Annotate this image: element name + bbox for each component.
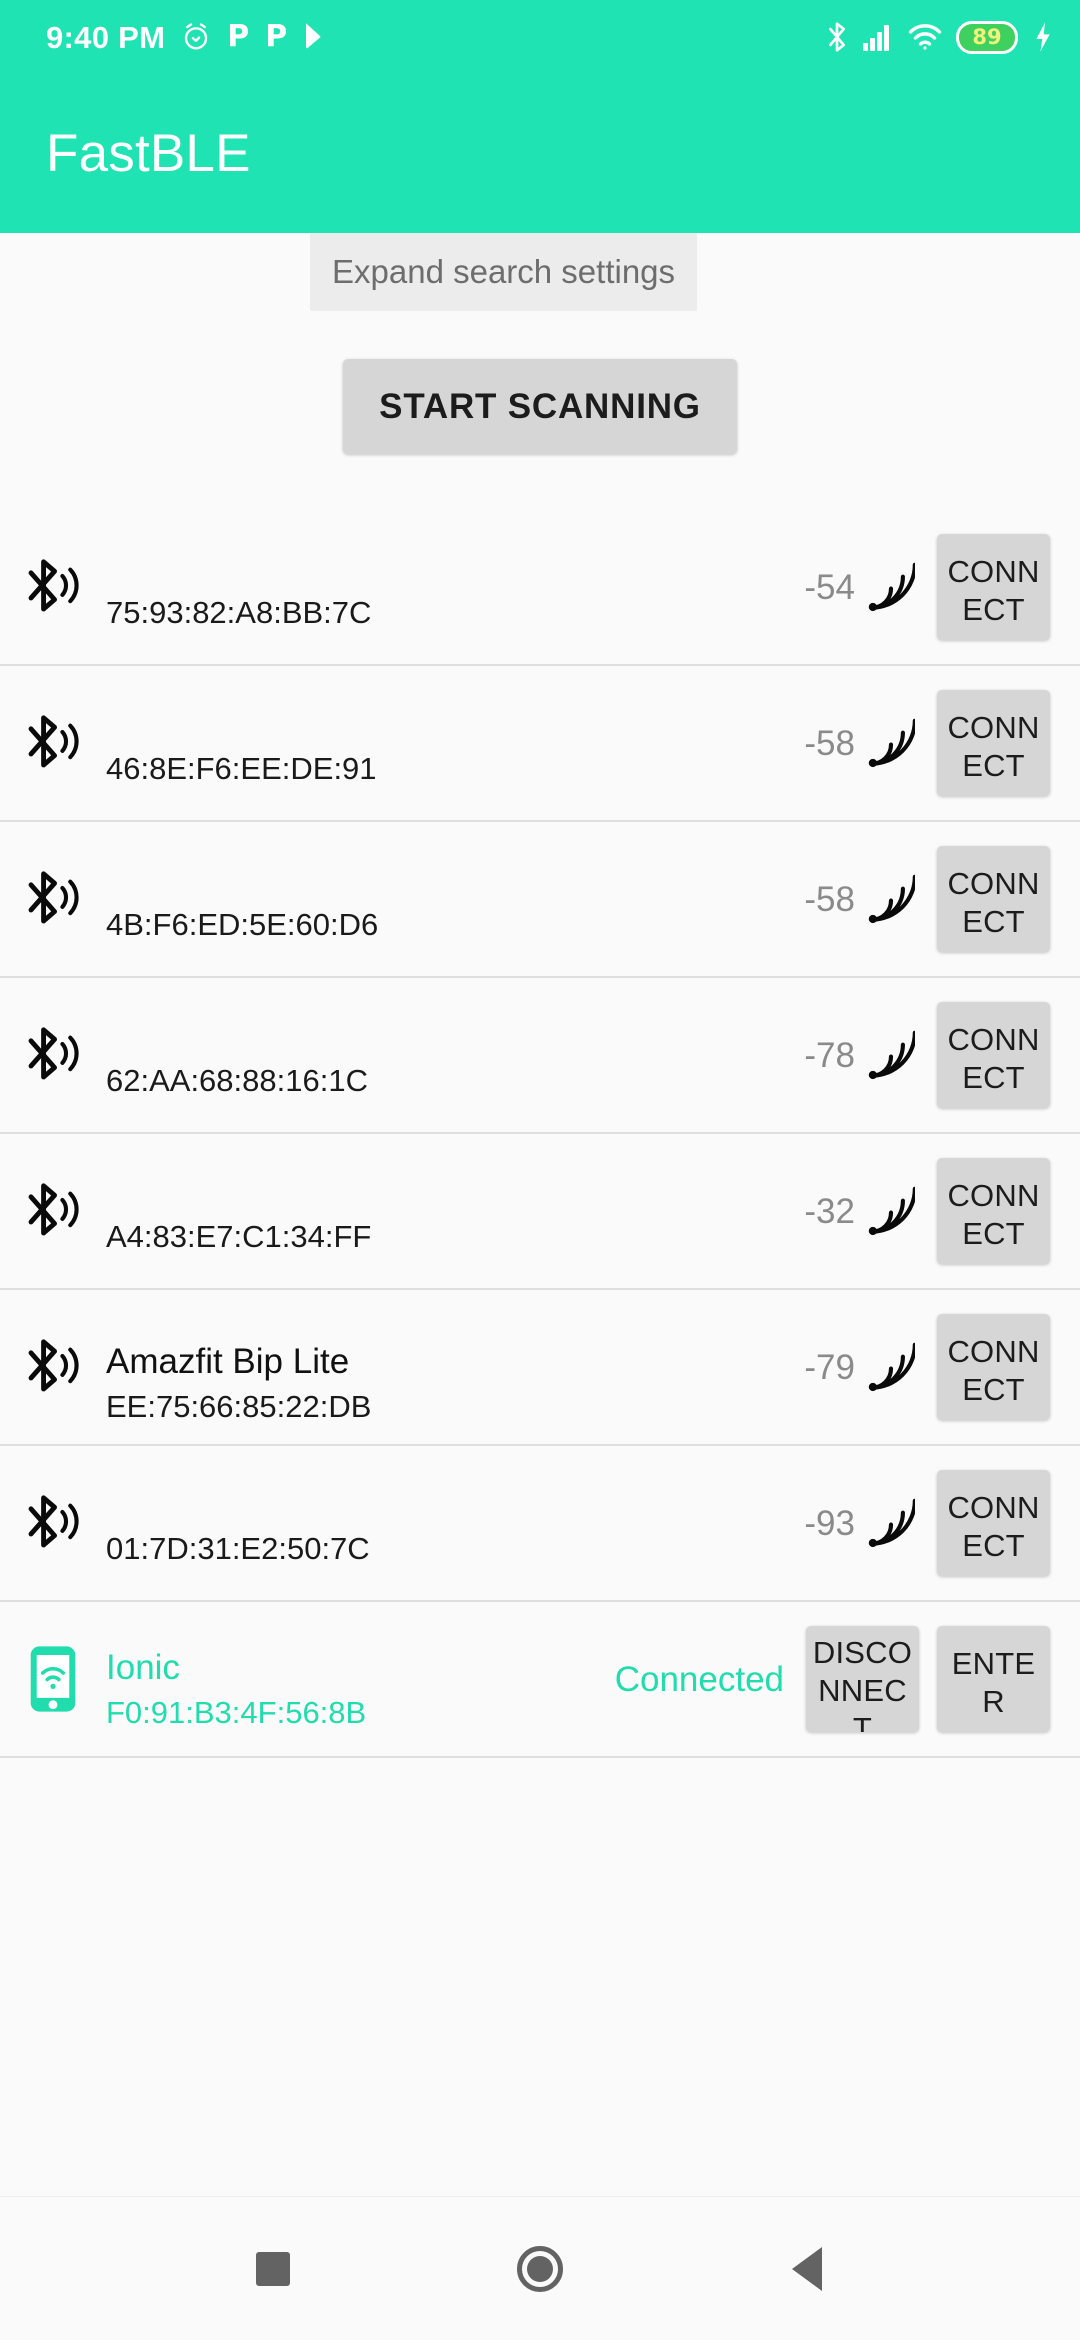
signal-waves-icon bbox=[867, 1340, 915, 1394]
device-info: 01:7D:31:E2:50:7C bbox=[92, 1446, 804, 1600]
signal-waves-icon bbox=[867, 716, 915, 770]
device-row[interactable]: Amazfit Bip Lite EE:75:66:85:22:DB -79 CONN… bbox=[0, 1290, 1080, 1446]
connect-button[interactable]: CONNECT bbox=[937, 846, 1050, 952]
device-info: A4:83:E7:C1:34:FF bbox=[92, 1134, 804, 1288]
rssi-value: -78 bbox=[804, 1035, 855, 1075]
bluetooth-signal-icon bbox=[14, 866, 92, 932]
device-row[interactable]: 01:7D:31:E2:50:7C -93 CONNECT bbox=[0, 1446, 1080, 1602]
expand-search-settings-button[interactable]: Expand search settings bbox=[310, 233, 698, 311]
connect-button[interactable]: CONNECT bbox=[937, 534, 1050, 640]
device-info: 4B:F6:ED:5E:60:D6 bbox=[92, 822, 804, 976]
phone-wifi-icon bbox=[14, 1643, 92, 1715]
rssi-value: -93 bbox=[804, 1503, 855, 1543]
device-row[interactable]: 75:93:82:A8:BB:7C -54 CONNECT bbox=[0, 510, 1080, 666]
device-mac-address: F0:91:B3:4F:56:8B bbox=[106, 1695, 367, 1731]
device-row[interactable]: 62:AA:68:88:16:1C -78 CONNECT bbox=[0, 978, 1080, 1134]
signal-waves-icon bbox=[867, 1496, 915, 1550]
signal-strength: -79 bbox=[804, 1340, 915, 1394]
device-mac-address: 4B:F6:ED:5E:60:D6 bbox=[106, 906, 379, 942]
bluetooth-signal-icon bbox=[14, 1334, 92, 1400]
android-navigation-bar bbox=[0, 2196, 1080, 2340]
p-badge-icon: P bbox=[227, 19, 250, 54]
p-badge-icon: P bbox=[265, 19, 288, 54]
triangle-left-icon bbox=[791, 2246, 822, 2291]
device-row[interactable]: A4:83:E7:C1:34:FF -32 CONNECT bbox=[0, 1134, 1080, 1290]
recents-button[interactable] bbox=[218, 2214, 328, 2324]
signal-strength: -54 bbox=[804, 560, 915, 614]
signal-waves-icon bbox=[867, 1028, 915, 1082]
device-info: 62:AA:68:88:16:1C bbox=[92, 978, 804, 1132]
device-mac-address: EE:75:66:85:22:DB bbox=[106, 1389, 372, 1425]
signal-strength: -58 bbox=[804, 716, 915, 770]
bluetooth-signal-icon bbox=[14, 554, 92, 620]
signal-strength: -32 bbox=[804, 1184, 915, 1238]
status-clock: 9:40 PM bbox=[46, 19, 166, 55]
rssi-value: -32 bbox=[804, 1191, 855, 1231]
device-info: Amazfit Bip Lite EE:75:66:85:22:DB bbox=[92, 1290, 804, 1444]
charging-bolt-icon bbox=[1032, 21, 1054, 53]
scan-button-row: START SCANNING bbox=[0, 311, 1080, 510]
app-bar: FastBLE bbox=[0, 74, 1080, 233]
device-list: 75:93:82:A8:BB:7C -54 CONNECT 46:8E:F6:EE:D… bbox=[0, 510, 1080, 1758]
device-mac-address: 75:93:82:A8:BB:7C bbox=[106, 594, 372, 630]
signal-waves-icon bbox=[867, 1184, 915, 1238]
status-bar-right: 89 bbox=[826, 20, 1054, 54]
connect-button[interactable]: CONNECT bbox=[937, 690, 1050, 796]
status-bar: 9:40 PM P P 89 bbox=[0, 0, 1080, 74]
bluetooth-signal-icon bbox=[14, 1022, 92, 1088]
page-title: FastBLE bbox=[46, 124, 251, 183]
device-info: 46:8E:F6:EE:DE:91 bbox=[92, 666, 804, 820]
rssi-value: -58 bbox=[804, 879, 855, 919]
signal-waves-icon bbox=[867, 872, 915, 926]
device-info: Ionic F0:91:B3:4F:56:8B bbox=[92, 1602, 615, 1756]
start-scanning-button[interactable]: START SCANNING bbox=[343, 359, 737, 454]
device-mac-address: 01:7D:31:E2:50:7C bbox=[106, 1530, 370, 1566]
connect-button[interactable]: CONNECT bbox=[937, 1158, 1050, 1264]
signal-waves-icon bbox=[867, 560, 915, 614]
bluetooth-icon bbox=[826, 21, 848, 53]
status-bar-left: 9:40 PM P P bbox=[46, 22, 329, 53]
square-icon bbox=[256, 2251, 291, 2286]
connect-button[interactable]: CONNECT bbox=[937, 1470, 1050, 1576]
connect-button[interactable]: CONNECT bbox=[937, 1002, 1050, 1108]
signal-strength: -93 bbox=[804, 1496, 915, 1550]
list-empty-space bbox=[0, 1758, 1080, 2196]
enter-button[interactable]: ENTER bbox=[937, 1626, 1050, 1732]
device-name: Ionic bbox=[106, 1648, 180, 1688]
back-button[interactable] bbox=[752, 2214, 862, 2324]
device-mac-address: 46:8E:F6:EE:DE:91 bbox=[106, 750, 377, 786]
wifi-icon bbox=[908, 22, 942, 52]
home-button[interactable] bbox=[485, 2214, 595, 2324]
battery-icon: 89 bbox=[956, 20, 1018, 54]
rssi-value: -79 bbox=[804, 1347, 855, 1387]
disconnect-button[interactable]: DISCONNECT bbox=[806, 1626, 919, 1732]
expand-settings-row: Expand search settings bbox=[0, 233, 1080, 311]
bluetooth-signal-icon bbox=[14, 1490, 92, 1556]
cellular-signal-icon bbox=[862, 22, 894, 52]
device-info: 75:93:82:A8:BB:7C bbox=[92, 510, 804, 664]
device-mac-address: 62:AA:68:88:16:1C bbox=[106, 1062, 368, 1098]
rssi-value: -58 bbox=[804, 723, 855, 763]
bluetooth-signal-icon bbox=[14, 1178, 92, 1244]
main-content: Expand search settings START SCANNING 75… bbox=[0, 233, 1080, 2196]
play-store-icon bbox=[303, 22, 329, 52]
device-name: Amazfit Bip Lite bbox=[106, 1342, 350, 1382]
battery-level-text: 89 bbox=[972, 24, 1002, 49]
signal-strength: -78 bbox=[804, 1028, 915, 1082]
device-row[interactable]: Ionic F0:91:B3:4F:56:8B Connected DISCONNEC… bbox=[0, 1602, 1080, 1758]
device-mac-address: A4:83:E7:C1:34:FF bbox=[106, 1218, 372, 1254]
signal-strength: -58 bbox=[804, 872, 915, 926]
device-row[interactable]: 4B:F6:ED:5E:60:D6 -58 CONNECT bbox=[0, 822, 1080, 978]
device-row[interactable]: 46:8E:F6:EE:DE:91 -58 CONNECT bbox=[0, 666, 1080, 822]
bluetooth-signal-icon bbox=[14, 710, 92, 776]
rssi-value: -54 bbox=[804, 567, 855, 607]
phone-screen: 9:40 PM P P 89 FastBLE Expand search set… bbox=[0, 0, 1080, 2340]
connection-status-text: Connected bbox=[614, 1659, 784, 1699]
alarm-clock-icon bbox=[181, 22, 211, 52]
connect-button[interactable]: CONNECT bbox=[937, 1314, 1050, 1420]
circle-icon bbox=[516, 2245, 563, 2292]
